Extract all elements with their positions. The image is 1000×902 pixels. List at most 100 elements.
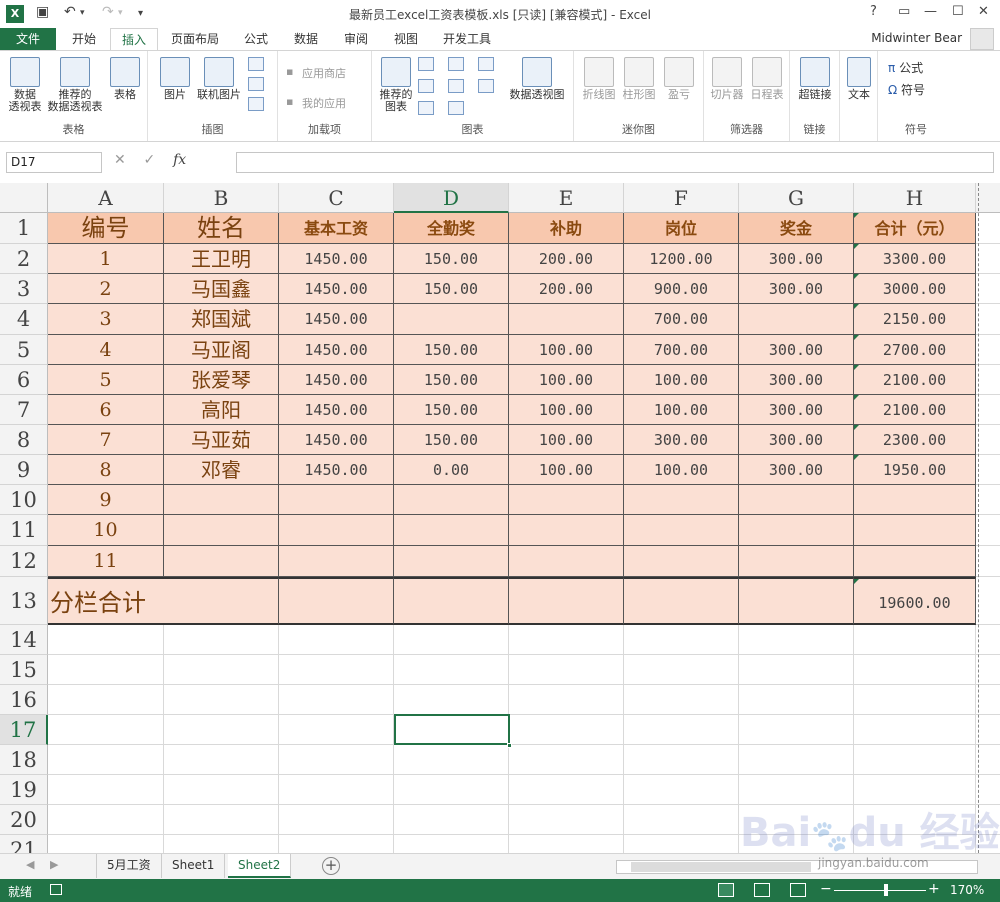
column-header-i[interactable] [976,183,1000,213]
cell-empty[interactable] [739,625,854,655]
amount-cell[interactable]: 150.00 [394,365,509,395]
next-sheet-icon[interactable]: ▶ [50,858,58,871]
id-cell[interactable]: 7 [48,425,164,455]
cell-empty[interactable] [279,805,394,835]
tab-insert[interactable]: 插入 [110,28,158,50]
name-cell[interactable]: 郑国斌 [164,304,279,335]
name-cell[interactable]: 王卫明 [164,244,279,274]
amount-cell[interactable]: 1450.00 [279,244,394,274]
amount-cell[interactable]: 900.00 [624,274,739,304]
cell-empty[interactable] [509,655,624,685]
shapes-icon[interactable] [248,57,264,71]
amount-cell[interactable]: 1950.00 [854,455,976,485]
tab-home[interactable]: 开始 [60,28,108,50]
cell-empty[interactable] [739,715,854,745]
cell-empty[interactable] [976,365,1000,395]
cell-empty[interactable] [279,775,394,805]
table-button[interactable]: 表格 [106,57,144,101]
name-cell[interactable]: 马亚阁 [164,335,279,365]
tab-formulas[interactable]: 公式 [234,28,278,50]
id-cell[interactable]: 6 [48,395,164,425]
cell-empty[interactable] [48,715,164,745]
cancel-icon[interactable]: ✕ [114,152,126,168]
close-icon[interactable]: ✕ [978,4,989,19]
table-header-cell[interactable]: 全勤奖 [394,213,509,244]
cell-empty[interactable] [624,715,739,745]
amount-cell[interactable] [394,546,509,577]
table-header-cell[interactable]: 编号 [48,213,164,244]
cell-empty[interactable] [976,625,1000,655]
cell-empty[interactable] [976,577,1000,625]
cell-empty[interactable] [48,655,164,685]
formula-input[interactable] [236,152,994,173]
amount-cell[interactable] [394,304,509,335]
id-cell[interactable]: 8 [48,455,164,485]
row-header-9[interactable]: 9 [0,455,48,485]
cell-empty[interactable] [739,655,854,685]
cell-empty[interactable] [509,685,624,715]
amount-cell[interactable]: 2700.00 [854,335,976,365]
cell-empty[interactable] [976,655,1000,685]
row-header-8[interactable]: 8 [0,425,48,455]
row-header-4[interactable]: 4 [0,304,48,335]
amount-cell[interactable]: 2150.00 [854,304,976,335]
amount-cell[interactable]: 300.00 [739,274,854,304]
cell-empty[interactable] [976,213,1000,244]
cell-empty[interactable] [164,715,279,745]
amount-cell[interactable] [854,485,976,515]
combo-chart-icon[interactable] [478,79,494,93]
amount-cell[interactable] [509,485,624,515]
name-cell[interactable] [164,515,279,546]
cell-empty[interactable] [48,835,164,853]
amount-cell[interactable]: 300.00 [739,244,854,274]
amount-cell[interactable]: 150.00 [394,335,509,365]
sheet-tab-sheet1[interactable]: Sheet1 [162,854,226,878]
row-header-10[interactable]: 10 [0,485,48,515]
cell-empty[interactable] [394,775,509,805]
id-cell[interactable]: 3 [48,304,164,335]
amount-cell[interactable] [624,485,739,515]
prev-sheet-icon[interactable]: ◀ [26,858,34,871]
pie-chart-icon[interactable] [418,101,434,115]
hyperlink-button[interactable]: 超链接 [794,57,836,101]
amount-cell[interactable]: 100.00 [509,365,624,395]
cell-empty[interactable] [279,745,394,775]
cell-empty[interactable] [279,715,394,745]
cell-empty[interactable] [164,805,279,835]
amount-cell[interactable] [509,304,624,335]
tab-page-layout[interactable]: 页面布局 [164,28,226,50]
subtotal-empty-cell[interactable] [624,577,739,625]
timeline-button[interactable]: 日程表 [748,57,786,101]
cell-empty[interactable] [976,244,1000,274]
amount-cell[interactable] [739,485,854,515]
name-cell[interactable]: 邓睿 [164,455,279,485]
page-layout-view-icon[interactable] [754,883,770,897]
name-box[interactable]: D17 [6,152,102,173]
row-header-1[interactable]: 1 [0,213,48,244]
row-header-21[interactable]: 21 [0,835,48,853]
amount-cell[interactable] [279,546,394,577]
cell-empty[interactable] [394,835,509,853]
cell-empty[interactable] [854,715,976,745]
row-header-11[interactable]: 11 [0,515,48,546]
amount-cell[interactable]: 150.00 [394,425,509,455]
cell-empty[interactable] [394,655,509,685]
minimize-icon[interactable]: — [924,4,937,19]
scatter-chart-icon[interactable] [448,101,464,115]
subtotal-empty-cell[interactable] [509,577,624,625]
slicer-button[interactable]: 切片器 [708,57,746,101]
text-button[interactable]: 文本 [844,57,874,101]
normal-view-icon[interactable] [718,883,734,897]
amount-cell[interactable]: 700.00 [624,304,739,335]
cell-empty[interactable] [164,745,279,775]
page-break-view-icon[interactable] [790,883,806,897]
amount-cell[interactable]: 100.00 [624,455,739,485]
column-header-a[interactable]: A [48,183,164,213]
sparkline-line-button[interactable]: 折线图 [580,57,618,101]
cell-empty[interactable] [509,625,624,655]
insert-function-icon[interactable]: fx [173,152,186,168]
cell-empty[interactable] [624,625,739,655]
id-cell[interactable]: 9 [48,485,164,515]
table-header-cell[interactable]: 姓名 [164,213,279,244]
zoom-in-icon[interactable]: + [928,881,940,897]
